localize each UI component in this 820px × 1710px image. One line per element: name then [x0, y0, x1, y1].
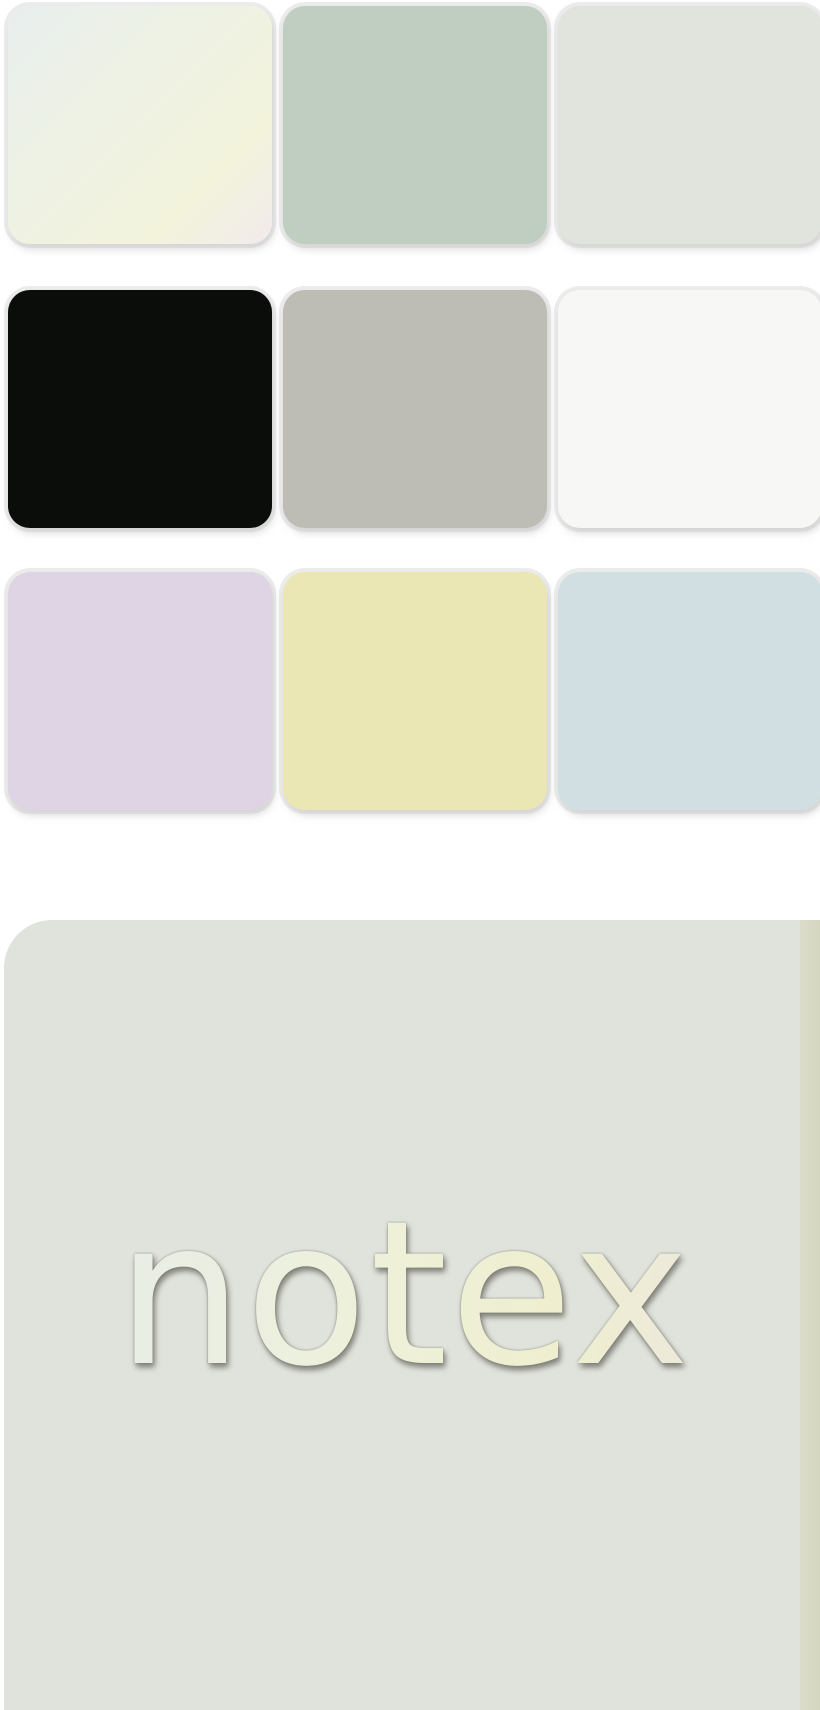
swatch-stone[interactable]: [283, 290, 547, 528]
color-swatch-grid: [0, 0, 820, 820]
swatch-butter[interactable]: [283, 572, 547, 810]
swatch-mist[interactable]: [558, 6, 820, 244]
app-wordmark: notex: [4, 1195, 804, 1395]
app-icon-preview: notex: [4, 920, 820, 1710]
swatch-white[interactable]: [558, 290, 820, 528]
swatch-sage[interactable]: [283, 6, 547, 244]
swatch-pearl-gradient[interactable]: [8, 6, 272, 244]
swatch-lavender[interactable]: [8, 572, 272, 810]
swatch-powder-blue[interactable]: [558, 572, 820, 810]
swatch-black[interactable]: [8, 290, 272, 528]
